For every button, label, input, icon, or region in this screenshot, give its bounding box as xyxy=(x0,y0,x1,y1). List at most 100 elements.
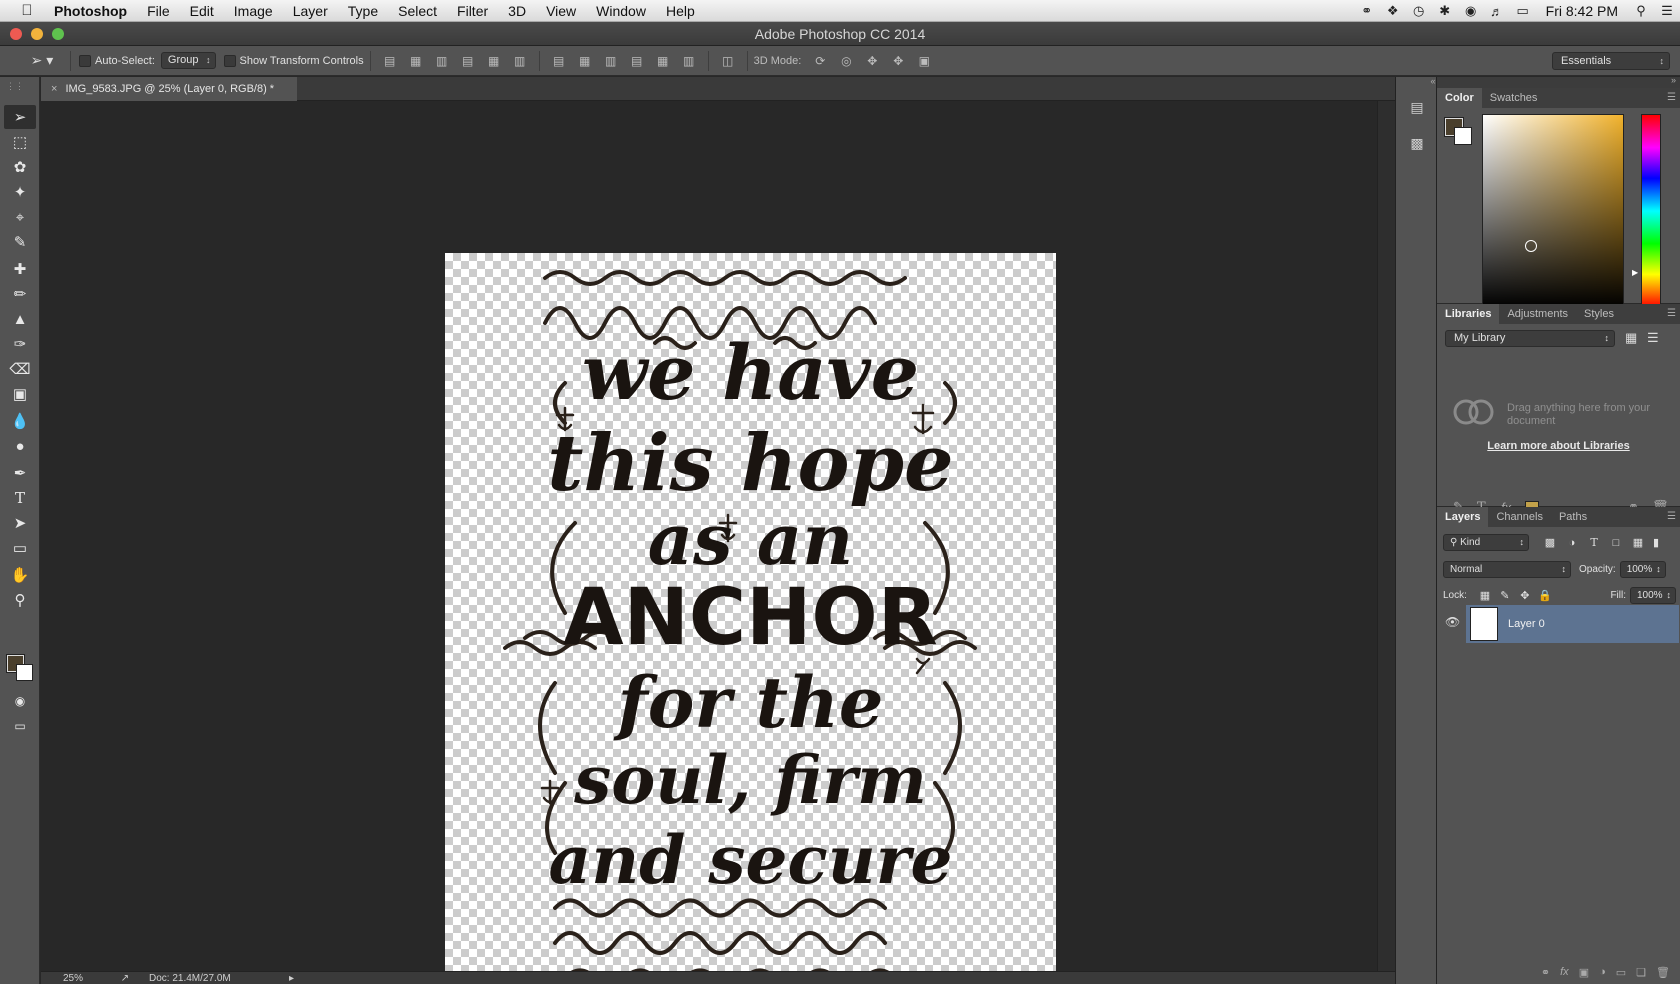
share-icon[interactable]: ↗ xyxy=(101,973,149,984)
hue-slider-handle-icon[interactable]: ▶ xyxy=(1632,268,1638,277)
tab-color[interactable]: Color xyxy=(1437,88,1482,108)
fill-input[interactable]: 100% xyxy=(1630,587,1676,604)
3d-drag-icon[interactable]: ✥ xyxy=(859,54,885,68)
menu-file[interactable]: File xyxy=(137,0,180,22)
tool-preset-picker[interactable]: ➢ ▾ xyxy=(20,50,64,72)
menu-window[interactable]: Window xyxy=(586,0,656,22)
align-left-icon[interactable]: ▤ xyxy=(455,54,481,68)
blend-mode-dropdown[interactable]: Normal xyxy=(1443,561,1571,578)
add-mask-icon[interactable]: ▣ xyxy=(1579,966,1589,979)
panel-bg-swatch[interactable] xyxy=(1454,127,1472,145)
3d-rotate-icon[interactable]: ⟳ xyxy=(807,54,833,68)
path-selection-tool-icon[interactable]: ➤ xyxy=(4,511,36,535)
lasso-tool-icon[interactable]: ✿ xyxy=(4,155,36,179)
show-transform-checkbox[interactable] xyxy=(223,54,236,67)
pen-tool-icon[interactable]: ✒ xyxy=(4,461,36,485)
link-layers-icon[interactable]: ⚭ xyxy=(1541,966,1550,979)
quick-mask-icon[interactable]: ◉ xyxy=(4,689,36,713)
zoom-tool-icon[interactable]: ⚲ xyxy=(4,588,36,612)
new-adjustment-icon[interactable]: ◑ xyxy=(1599,966,1606,978)
time-machine-icon[interactable]: ◷ xyxy=(1406,3,1432,19)
align-hcenter-icon[interactable]: ▦ xyxy=(481,54,507,68)
distribute-vcenter-icon[interactable]: ▦ xyxy=(572,54,598,68)
distribute-top-icon[interactable]: ▤ xyxy=(546,54,572,68)
list-view-icon[interactable]: ☰ xyxy=(1647,330,1659,346)
status-menu-arrow-icon[interactable]: ▸ xyxy=(289,973,294,984)
menu-select[interactable]: Select xyxy=(388,0,447,22)
document-canvas[interactable]: we have this hope as an ANCHOR for the s… xyxy=(445,253,1056,984)
library-dropdown[interactable]: My Library xyxy=(1445,330,1615,347)
menu-3d[interactable]: 3D xyxy=(498,0,536,22)
canvas-workspace[interactable]: we have this hope as an ANCHOR for the s… xyxy=(41,101,1377,984)
apple-icon[interactable]:  xyxy=(14,2,40,19)
spotlight-search-icon[interactable]: ⚲ xyxy=(1628,3,1654,19)
background-color-swatch[interactable] xyxy=(16,664,33,681)
hue-slider[interactable] xyxy=(1641,114,1661,308)
menu-photoshop[interactable]: Photoshop xyxy=(40,0,137,22)
collapse-dock-icon[interactable]: » xyxy=(1671,75,1676,85)
tab-paths[interactable]: Paths xyxy=(1551,507,1595,527)
tab-layers[interactable]: Layers xyxy=(1437,507,1489,527)
distribute-bottom-icon[interactable]: ▥ xyxy=(598,54,624,68)
color-spectrum-field[interactable] xyxy=(1482,114,1624,308)
filter-shape-icon[interactable]: □ xyxy=(1605,537,1627,549)
lock-all-icon[interactable]: 🔒 xyxy=(1535,589,1555,602)
filter-type-icon[interactable]: T xyxy=(1583,536,1605,549)
marquee-tool-icon[interactable]: ⬚ xyxy=(4,130,36,154)
dropbox-icon[interactable]: ❖ xyxy=(1380,3,1406,19)
move-tool-icon[interactable]: ➢ xyxy=(4,105,36,129)
distribute-right-icon[interactable]: ▥ xyxy=(676,54,702,68)
lock-image-icon[interactable]: ✎ xyxy=(1495,589,1515,602)
filter-toggle-icon[interactable]: ▮ xyxy=(1649,536,1663,549)
creative-cloud-icon[interactable]: ⚭ xyxy=(1354,3,1380,19)
new-layer-icon[interactable]: ❏ xyxy=(1636,966,1646,979)
tab-channels[interactable]: Channels xyxy=(1488,507,1550,527)
menu-layer[interactable]: Layer xyxy=(283,0,338,22)
properties-panel-icon[interactable]: ▩ xyxy=(1406,135,1428,155)
panel-grip-icon[interactable]: ⋮⋮ xyxy=(6,81,24,92)
distribute-left-icon[interactable]: ▤ xyxy=(624,54,650,68)
workspace-switcher[interactable]: Essentials xyxy=(1552,52,1670,70)
align-right-icon[interactable]: ▥ xyxy=(507,54,533,68)
layer-row[interactable]: Layer 0 xyxy=(1466,605,1679,643)
close-document-icon[interactable]: × xyxy=(51,77,57,101)
menu-type[interactable]: Type xyxy=(338,0,388,22)
panel-menu-icon[interactable]: ☰ xyxy=(1667,511,1676,522)
filter-smart-object-icon[interactable]: ▦ xyxy=(1627,536,1649,549)
panel-menu-icon[interactable]: ☰ xyxy=(1667,92,1676,103)
healing-brush-tool-icon[interactable]: ✚ xyxy=(4,257,36,281)
menu-help[interactable]: Help xyxy=(656,0,705,22)
opacity-input[interactable]: 100% xyxy=(1619,561,1666,578)
wifi-icon[interactable]: ◉ xyxy=(1458,3,1484,19)
history-panel-icon[interactable]: ▤ xyxy=(1406,99,1428,119)
menu-view[interactable]: View xyxy=(536,0,586,22)
screen-mode-icon[interactable]: ▭ xyxy=(4,714,36,738)
magic-wand-tool-icon[interactable]: ✦ xyxy=(4,180,36,204)
tab-styles[interactable]: Styles xyxy=(1576,304,1622,324)
menu-filter[interactable]: Filter xyxy=(447,0,498,22)
document-tab[interactable]: × IMG_9583.JPG @ 25% (Layer 0, RGB/8) * xyxy=(41,77,297,101)
lock-transparent-icon[interactable]: ▦ xyxy=(1475,589,1495,602)
menu-image[interactable]: Image xyxy=(224,0,283,22)
auto-align-icon[interactable]: ◫ xyxy=(715,54,741,68)
layer-visibility-eye-icon[interactable]: 👁 xyxy=(1445,615,1460,629)
tab-adjustments[interactable]: Adjustments xyxy=(1499,304,1576,324)
volume-icon[interactable]: ♬ xyxy=(1484,4,1510,19)
gradient-tool-icon[interactable]: ▣ xyxy=(4,382,36,406)
color-picker-ring[interactable] xyxy=(1525,240,1537,252)
lock-position-icon[interactable]: ✥ xyxy=(1515,589,1535,602)
clone-stamp-tool-icon[interactable]: ▲ xyxy=(4,307,36,331)
hand-tool-icon[interactable]: ✋ xyxy=(4,563,36,587)
distribute-hcenter-icon[interactable]: ▦ xyxy=(650,54,676,68)
brush-tool-icon[interactable]: ✏ xyxy=(4,282,36,306)
filter-pixel-icon[interactable]: ▩ xyxy=(1539,536,1561,549)
align-vcenter-icon[interactable]: ▦ xyxy=(403,54,429,68)
new-group-icon[interactable]: ▭ xyxy=(1616,966,1626,979)
bluetooth-icon[interactable]: ✱ xyxy=(1432,3,1458,19)
auto-select-dropdown[interactable]: Group xyxy=(160,52,216,69)
3d-slide-icon[interactable]: ✥ xyxy=(885,54,911,68)
align-bottom-icon[interactable]: ▥ xyxy=(429,54,455,68)
tab-libraries[interactable]: Libraries xyxy=(1437,304,1500,324)
blur-tool-icon[interactable]: 💧 xyxy=(4,409,36,433)
menu-edit[interactable]: Edit xyxy=(180,0,224,22)
